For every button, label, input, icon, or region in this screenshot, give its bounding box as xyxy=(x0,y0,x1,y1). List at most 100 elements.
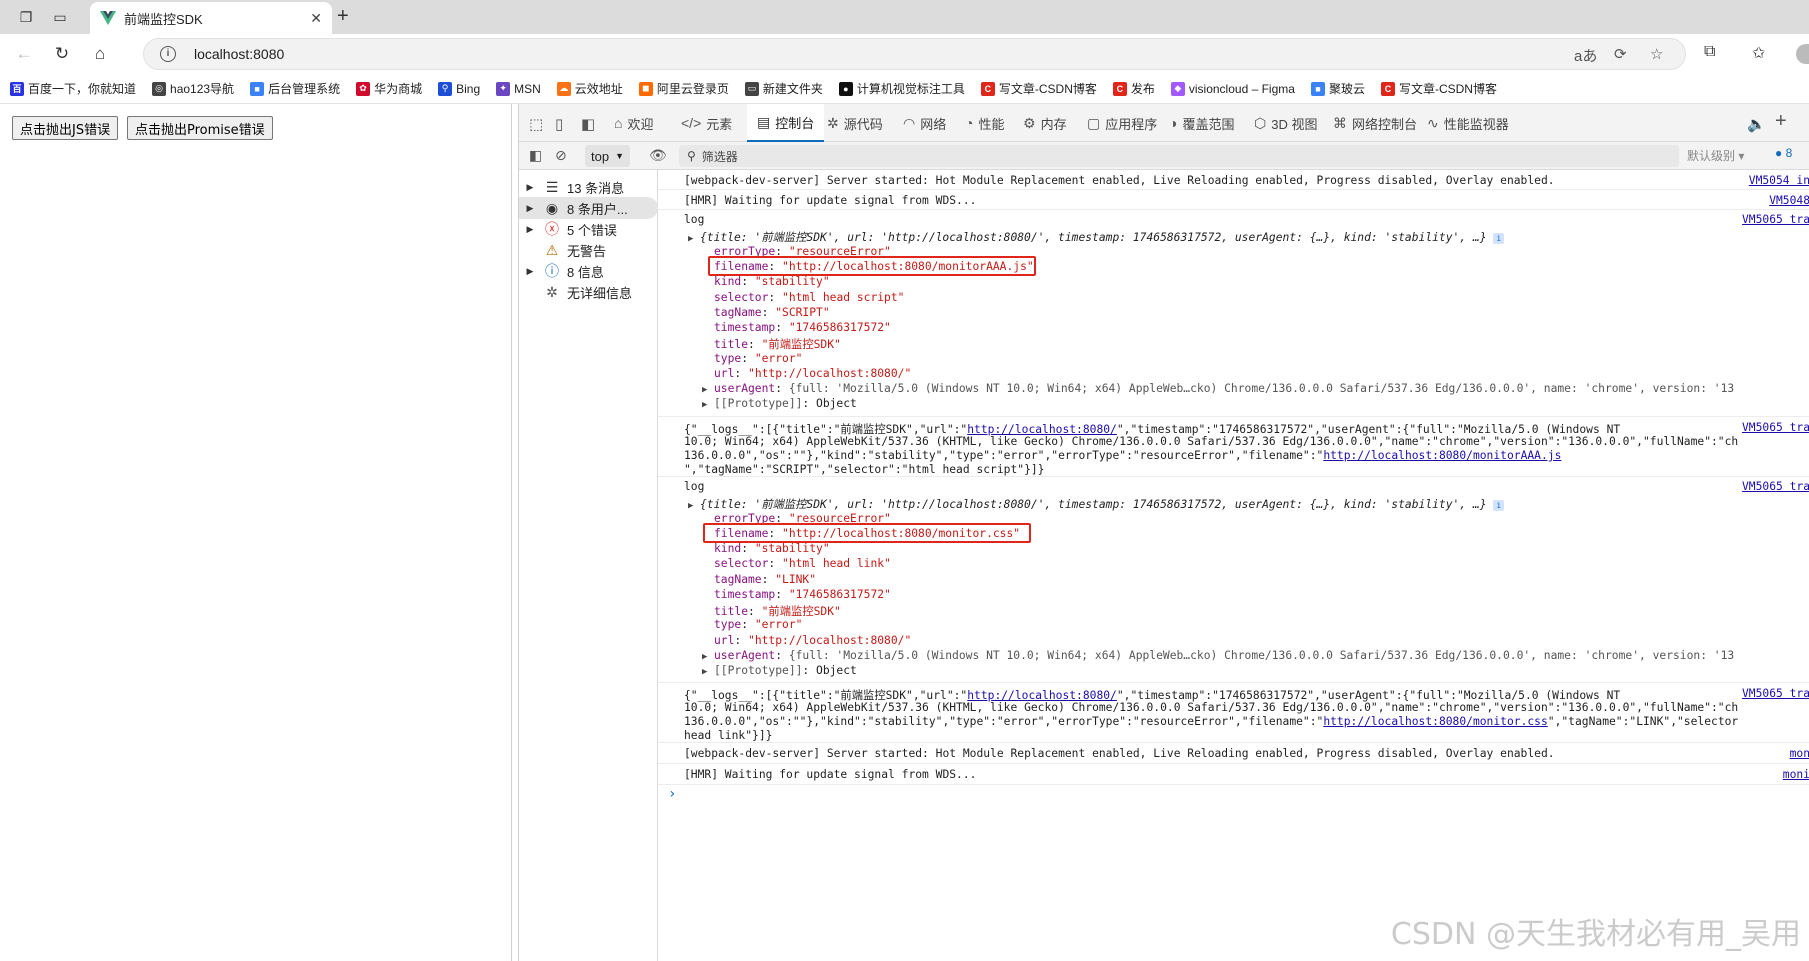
devtools-tab[interactable]: ◔ 性能 xyxy=(963,104,1006,142)
message-source-link[interactable]: mon xyxy=(1790,747,1809,760)
devtools-tab[interactable]: ◠ 网络 xyxy=(901,104,948,142)
dock-side-icon[interactable]: ◧ xyxy=(581,115,595,133)
devtools-tab[interactable]: ◑ 覆盖范围 xyxy=(1167,104,1236,142)
message-source-link[interactable]: VM5065 tra xyxy=(1735,687,1809,700)
prop-userAgent[interactable]: ▶ userAgent: {full: 'Mozilla/5.0 (Windows… xyxy=(702,649,1734,662)
device-emulation-icon[interactable]: ▯ xyxy=(555,115,563,133)
prop-prototype[interactable]: ▶ [[Prototype]]: Object xyxy=(702,397,857,410)
devtools-tab[interactable]: ∿ 性能监视器 xyxy=(1425,104,1511,142)
bookmark-item[interactable]: ◆ visioncloud – Figma xyxy=(1170,81,1295,96)
bookmark-item[interactable]: ☁ 云效地址 xyxy=(556,80,623,97)
vertical-tabs-icon[interactable]: ▭ xyxy=(50,7,70,27)
bookmark-item[interactable]: 百百度一下，你就知道 xyxy=(10,80,136,97)
object-summary[interactable]: ▶ {title: '前端监控SDK', url: 'http://localho… xyxy=(688,496,1505,512)
devtools-tab[interactable]: ⚙ 内存 xyxy=(1021,104,1069,142)
read-aloud-icon[interactable]: aあ xyxy=(1574,45,1597,66)
sidebar-item-label: 无警告 xyxy=(567,243,607,259)
message-source-link[interactable]: VM5065 tra xyxy=(1742,480,1809,493)
throw-js-error-button[interactable]: 点击抛出JS错误 xyxy=(12,116,119,140)
console-filter-input[interactable]: ⚲ 筛选器 xyxy=(679,145,1679,167)
bookmark-item[interactable]: ■ 后台管理系统 xyxy=(250,80,340,97)
devtools-tab[interactable]: ⌘ 网络控制台 xyxy=(1331,104,1419,142)
message-source-link[interactable]: moni xyxy=(1783,768,1809,781)
bookmark-item[interactable]: ⚲ Bing xyxy=(438,81,481,96)
message-text: [HMR] Waiting for update signal from WDS… xyxy=(684,768,977,781)
refresh-app-icon[interactable]: ⟳ xyxy=(1614,45,1627,63)
verbose-icon: ✲ xyxy=(546,283,558,300)
back-button[interactable]: ← xyxy=(12,43,36,65)
collapse-triangle-icon[interactable]: ▶ xyxy=(688,234,700,244)
bookmark-item[interactable]: ✿ 华为商城 xyxy=(356,80,422,97)
huawei-icon: ✿ xyxy=(356,81,371,96)
url-text[interactable]: localhost:8080 xyxy=(194,46,284,62)
sidebar-filter-item[interactable]: ✲ 无详细信息 xyxy=(519,281,658,303)
message-source-link[interactable]: VM5048 xyxy=(1769,194,1809,207)
throw-promise-error-button[interactable]: 点击抛出Promise错误 xyxy=(127,116,273,140)
favorite-star-icon[interactable]: ☆ xyxy=(1650,45,1663,63)
more-tools-icon[interactable]: + xyxy=(1775,110,1787,133)
close-tab-icon[interactable]: ✕ xyxy=(310,10,322,27)
devtools-tab[interactable]: </> 元素 xyxy=(679,104,734,142)
profile-avatar[interactable] xyxy=(1796,44,1809,64)
address-bar[interactable]: i localhost:8080 aあ ⟳ ☆ xyxy=(143,38,1686,70)
browser-tab[interactable]: 前端监控SDK ✕ xyxy=(90,2,332,34)
inspect-element-icon[interactable]: ⬚ xyxy=(529,115,543,133)
devtools-tab[interactable]: ✲ 源代码 xyxy=(825,104,885,142)
devtools-panel: ⬚ ▯ ◧ + ⌂ 欢迎 </> 元素 ▤ 控制台 ✲ 源代码 ◠ 网络 ◔ 性能 ⚙ 内存 ▢ 应用程序 ◑ 覆… xyxy=(518,104,1809,961)
sidebar-filter-item[interactable]: ▶ ◉ 8 条用户... xyxy=(519,197,658,219)
message-source-link[interactable]: VM5065 tra xyxy=(1742,213,1809,226)
message-source-link[interactable]: VM5054 in xyxy=(1749,174,1809,187)
filter-icon: ⚲ xyxy=(687,149,696,163)
bookmark-item[interactable]: ◼ 阿里云登录页 xyxy=(638,80,729,97)
bookmark-item[interactable]: ▭ 新建文件夹 xyxy=(744,80,823,97)
json-file-link[interactable]: http://localhost:8080/monitorAAA.js xyxy=(1323,449,1561,462)
sidebar-filter-item[interactable]: ▶ ⓘ 8 信息 xyxy=(519,260,658,282)
bookmark-label: 写文章-CSDN博客 xyxy=(998,82,1097,96)
new-tab-button[interactable]: + xyxy=(337,5,349,28)
sidebar-filter-item[interactable]: ▶ ⓧ 5 个错误 xyxy=(519,218,658,240)
devtools-tab[interactable]: ▤ 控制台 xyxy=(747,104,825,142)
home-button[interactable]: ⌂ xyxy=(88,43,112,65)
devtools-tab[interactable]: ⬡ 3D 视图 xyxy=(1252,104,1319,142)
message-source-link[interactable]: VM5065 tra xyxy=(1735,421,1809,434)
expand-arrow-icon[interactable]: ▶ xyxy=(519,203,541,214)
bookmark-item[interactable]: ■ 聚玻云 xyxy=(1310,80,1365,97)
toggle-sidebar-icon[interactable]: ◧ xyxy=(529,147,542,164)
json-line: 10.0; Win64; x64) AppleWebKit/537.36 (KH… xyxy=(684,435,1739,448)
object-summary[interactable]: ▶ {title: '前端监控SDK', url: 'http://localho… xyxy=(688,229,1505,245)
devtools-tab[interactable]: ▢ 应用程序 xyxy=(1085,104,1159,142)
prop-prototype[interactable]: ▶ [[Prototype]]: Object xyxy=(702,664,857,677)
issues-badge[interactable]: ● 8 xyxy=(1775,146,1792,160)
log-level-select[interactable]: 默认级别 ▾ xyxy=(1687,147,1744,164)
reload-button[interactable]: ↻ xyxy=(50,43,74,65)
bookmark-item[interactable]: ● 计算机视觉标注工具 xyxy=(838,80,965,97)
expand-arrow-icon[interactable]: ▶ xyxy=(519,266,541,277)
bookmark-item[interactable]: ◎ hao123导航 xyxy=(152,80,234,97)
json-file-link[interactable]: http://localhost:8080/monitor.css xyxy=(1323,715,1547,728)
bookmark-item[interactable]: ✦ MSN xyxy=(496,81,541,96)
speaker-icon[interactable]: 🔈 xyxy=(1747,115,1766,133)
sidebar-filter-item[interactable]: ⚠ 无警告 xyxy=(519,239,658,261)
collapse-triangle-icon[interactable]: ▶ xyxy=(688,501,700,511)
favorites-icon[interactable]: ✩ xyxy=(1752,43,1765,63)
bookmarks-bar: 百百度一下，你就知道 ◎ hao123导航 ■ 后台管理系统 ✿ 华为商城 ⚲ Bing ✦ MSN… xyxy=(0,74,1809,104)
bookmark-item[interactable]: C 发布 xyxy=(1112,80,1155,97)
context-selector[interactable]: top ▼ xyxy=(585,145,630,167)
site-info-icon[interactable]: i xyxy=(160,46,176,62)
prop-tagName: tagName: "LINK" xyxy=(714,573,817,586)
expand-arrow-icon[interactable]: ▶ xyxy=(519,182,541,193)
bookmark-item[interactable]: C 写文章-CSDN博客 xyxy=(980,80,1097,97)
sidebar-filter-item[interactable]: ▶ ☰ 13 条消息 xyxy=(519,176,658,198)
expand-arrow-icon[interactable]: ▶ xyxy=(519,224,541,235)
bookmark-label: Bing xyxy=(456,81,481,96)
console-prompt-input[interactable]: › xyxy=(668,786,676,802)
clear-console-icon[interactable]: ⊘ xyxy=(555,147,567,164)
workspaces-icon[interactable]: ❐ xyxy=(16,7,36,27)
tab-strip: ❐ ▭ 前端监控SDK ✕ + xyxy=(0,0,1809,34)
live-expression-eye-icon[interactable]: 👁 xyxy=(649,147,667,164)
extensions-icon[interactable]: ⧉ xyxy=(1704,43,1715,61)
bookmark-item[interactable]: C 写文章-CSDN博客 xyxy=(1380,80,1497,97)
prop-userAgent[interactable]: ▶ userAgent: {full: 'Mozilla/5.0 (Windows… xyxy=(702,382,1734,395)
devtools-tab[interactable]: ⌂ 欢迎 xyxy=(612,104,655,142)
prop-url: url: "http://localhost:8080/" xyxy=(714,634,912,647)
